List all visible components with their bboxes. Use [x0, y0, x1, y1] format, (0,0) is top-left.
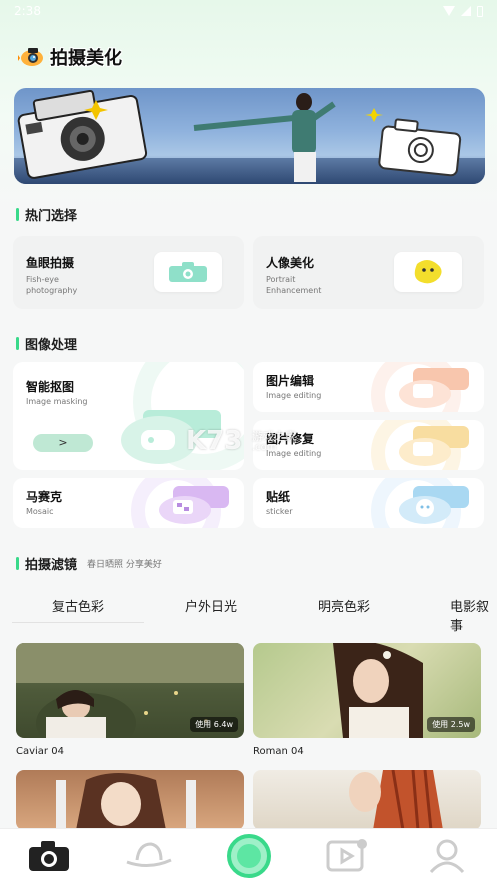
tab-camera[interactable]	[24, 835, 74, 877]
portrait-card[interactable]: 人像美化 Portrait Enhancement	[253, 236, 484, 309]
photo-3	[56, 773, 196, 830]
processing-section-title: 图像处理	[16, 334, 77, 353]
usage-badge: 使用 2.5w	[427, 717, 475, 732]
filters-section-title: 拍摄滤镜 春日晒照 分享美好	[16, 554, 162, 573]
fisheye-title: 鱼眼拍摄	[26, 256, 75, 270]
masking-subtitle: Image masking	[26, 397, 88, 406]
filter-card-roman[interactable]: 使用 2.5w	[253, 643, 481, 738]
filter-card-caviar[interactable]: 使用 6.4w	[16, 643, 244, 738]
portrait-icon-box	[394, 252, 462, 292]
filter-card-4[interactable]	[253, 770, 481, 830]
sticker-title: 贴纸	[266, 490, 291, 504]
masking-go-button[interactable]: >	[33, 434, 93, 452]
processing-section-label: 图像处理	[25, 338, 78, 353]
mosaic-title: 马赛克	[26, 490, 63, 504]
masking-card[interactable]: 智能抠图 Image masking >	[13, 362, 244, 470]
section-accent-bar	[16, 337, 19, 350]
filter-label-caviar: Caviar 04	[16, 746, 64, 757]
tab-underline	[12, 622, 144, 623]
image-repair-title: 图片修复	[266, 432, 315, 446]
tab-profile[interactable]	[422, 835, 472, 877]
face-blob-icon	[414, 260, 442, 284]
signal-icon	[461, 6, 471, 16]
bottom-tab-bar	[0, 828, 497, 884]
sticker-icon	[399, 486, 469, 524]
video-play-icon	[326, 839, 367, 872]
tab-vintage[interactable]: 复古色彩	[52, 596, 104, 615]
image-repair-card[interactable]: 图片修复 Image editing	[253, 420, 484, 470]
page-title: 拍摄美化	[50, 48, 122, 69]
capture-circle-icon	[227, 834, 271, 878]
status-time: 2:38	[14, 4, 41, 18]
photo-4	[349, 770, 443, 830]
fisheye-card[interactable]: 鱼眼拍摄 Fish-eye photography	[13, 236, 244, 309]
tab-video[interactable]	[322, 835, 372, 877]
tab-outdoor[interactable]: 户外日光	[185, 596, 237, 615]
mosaic-card[interactable]: 马赛克 Mosaic	[13, 478, 244, 528]
sticker-card[interactable]: 贴纸 sticker	[253, 478, 484, 528]
hot-section-label: 热门选择	[25, 209, 78, 224]
tab-hat[interactable]	[124, 835, 174, 877]
filters-section-subtitle: 春日晒照 分享美好	[87, 560, 162, 570]
tab-capture[interactable]	[224, 834, 274, 878]
filter-label-roman: Roman 04	[253, 746, 304, 757]
mosaic-subtitle: Mosaic	[26, 507, 54, 516]
filters-section-label: 拍摄滤镜	[25, 558, 78, 573]
app-header: 拍摄美化	[18, 44, 122, 70]
hot-section-title: 热门选择	[16, 205, 77, 224]
masking-illustration	[121, 410, 221, 464]
camera-icon	[29, 841, 69, 871]
tab-cinema[interactable]: 电影叙事	[450, 596, 497, 634]
filter-card-3[interactable]	[16, 770, 244, 830]
image-edit-card[interactable]: 图片编辑 Image editing	[253, 362, 484, 412]
image-repair-subtitle: Image editing	[266, 449, 322, 458]
image-edit-title: 图片编辑	[266, 374, 315, 388]
image-edit-icon	[399, 368, 469, 408]
fisheye-subtitle: Fish-eye photography	[26, 275, 78, 295]
usage-badge: 使用 6.4w	[190, 717, 238, 732]
tab-bright[interactable]: 明亮色彩	[318, 596, 370, 615]
masking-title: 智能抠图	[26, 380, 75, 394]
mosaic-icon	[159, 486, 229, 524]
filter-tabs: 复古色彩 户外日光 明亮色彩 电影叙事	[0, 590, 497, 634]
section-accent-bar	[16, 557, 19, 570]
status-bar: 2:38	[0, 0, 497, 22]
sticker-subtitle: sticker	[266, 507, 293, 516]
fisheye-icon-box	[154, 252, 222, 292]
hat-icon	[126, 842, 172, 867]
user-icon	[429, 839, 465, 874]
banner-illustration	[17, 89, 462, 182]
battery-icon	[477, 5, 483, 17]
fish-camera-logo-icon	[18, 48, 43, 66]
camera-icon	[169, 262, 207, 282]
image-repair-icon	[399, 426, 469, 466]
status-icons	[443, 5, 483, 17]
portrait-subtitle: Portrait Enhancement	[266, 275, 322, 295]
wifi-icon	[443, 6, 455, 16]
section-accent-bar	[16, 208, 19, 221]
hero-banner[interactable]	[14, 88, 485, 184]
portrait-title: 人像美化	[266, 256, 315, 270]
image-edit-subtitle: Image editing	[266, 391, 322, 400]
